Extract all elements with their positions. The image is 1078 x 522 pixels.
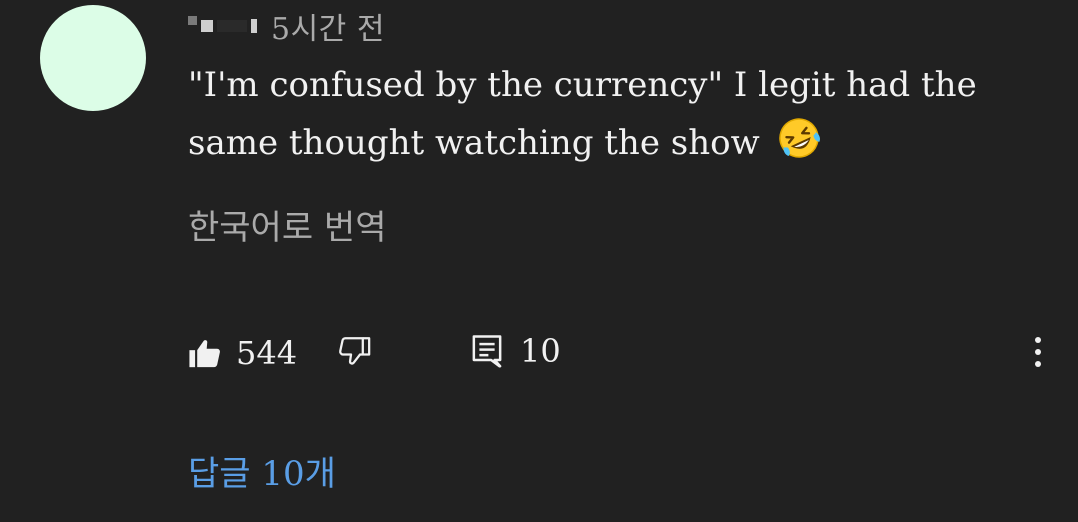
comment-timestamp[interactable]: 5시간 전 [271, 4, 385, 48]
like-count: 544 [236, 334, 298, 372]
translate-button[interactable]: 한국어로 번역 [188, 200, 387, 249]
comment-text: "I'm confused by the currency" I legit h… [188, 65, 977, 163]
comment-thread: 5시간 전 "I'm confused by the currency" I l… [0, 0, 1078, 522]
reply-icon [472, 335, 502, 368]
view-replies-link[interactable]: 답글 10개 [188, 446, 336, 495]
rolling-laughing-emoji-icon [778, 118, 820, 158]
avatar[interactable] [40, 5, 146, 111]
comment-header: 5시간 전 [188, 4, 385, 48]
more-vert-icon [1035, 337, 1041, 367]
more-options-button[interactable] [1028, 332, 1048, 372]
thumbs-down-icon [339, 337, 371, 365]
reply-button[interactable]: 10 [470, 332, 561, 370]
dislike-button[interactable] [338, 334, 372, 372]
comment-actions: 544 10 [188, 328, 1048, 378]
reply-count: 10 [520, 332, 561, 370]
like-button[interactable]: 544 [188, 334, 297, 372]
comment-body: "I'm confused by the currency" I legit h… [188, 56, 1028, 172]
author-name-redacted[interactable] [188, 15, 257, 33]
thumbs-up-icon [189, 340, 220, 368]
